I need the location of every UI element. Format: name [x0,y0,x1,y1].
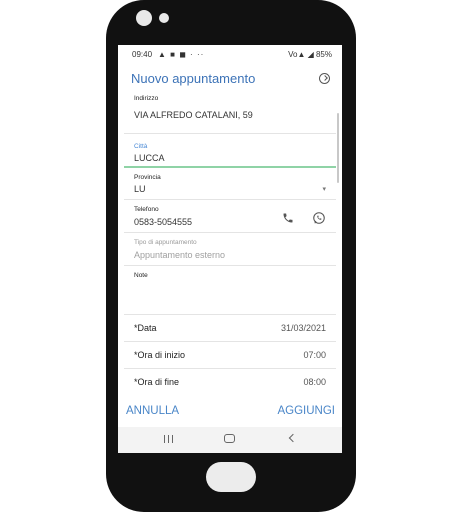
status-right: Vo▲ ◢ 85% [288,50,332,59]
notes-label: Note [134,272,148,279]
phone-value: 0583-5054555 [134,217,193,227]
app-bar: Nuovo appuntamento [118,65,342,93]
status-bar: 09:40 ▲ ■ ◼ · ·· Vo▲ ◢ 85% [118,45,342,65]
add-button[interactable]: AGGIUNGI [277,405,335,417]
appointment-type-field[interactable]: Tipo di appuntamento Appuntamento estern… [124,233,336,265]
scrollbar[interactable] [337,113,339,183]
front-sensor [159,13,169,23]
recent-apps-icon[interactable] [164,435,174,443]
phone-field[interactable]: Telefono 0583-5054555 [124,200,336,232]
address-label: Indirizzo [134,95,159,102]
phone-label: Telefono [134,206,159,213]
notification-icons: ▲ ■ ◼ · ·· [158,50,205,59]
address-field[interactable]: Indirizzo VIA ALFREDO CATALANI, 59 [124,93,336,133]
phone-call-icon[interactable] [282,212,294,224]
notes-field[interactable]: Note [124,266,336,314]
clock-save-icon[interactable] [319,73,330,84]
city-label: Città [134,143,148,150]
start-time-value: 07:00 [303,350,326,360]
appointment-form: Indirizzo VIA ALFREDO CATALANI, 59 Città… [124,93,336,393]
city-field[interactable]: Città LUCCA [124,134,336,167]
appointment-type-label: Tipo di appuntamento [134,239,197,246]
end-time-label: *Ora di fine [134,377,180,387]
start-time-label: *Ora di inizio [134,350,186,360]
city-value: LUCCA [134,153,165,163]
home-nav-icon[interactable] [224,434,235,443]
home-button[interactable] [206,462,256,492]
date-value: 31/03/2021 [280,323,326,333]
end-time-value: 08:00 [303,377,326,387]
dialog-actions: ANNULLA AGGIUNGI [118,401,342,423]
province-label: Provincia [134,174,161,181]
appointment-type-value: Appuntamento esterno [134,250,226,260]
front-camera [136,10,152,26]
start-time-row[interactable]: *Ora di inizio 07:00 [124,342,336,368]
screen: 09:40 ▲ ■ ◼ · ·· Vo▲ ◢ 85% Nuovo appunta… [118,45,342,453]
address-value: VIA ALFREDO CATALANI, 59 [134,110,253,120]
date-row[interactable]: *Data 31/03/2021 [124,315,336,341]
android-nav-bar [118,427,342,453]
status-time: 09:40 [132,50,153,59]
date-label: *Data [134,323,157,333]
back-icon[interactable] [288,433,298,443]
whatsapp-icon[interactable] [312,211,326,225]
province-value: LU [134,184,146,194]
province-select[interactable]: Provincia LU ▾ [124,168,336,199]
cancel-button[interactable]: ANNULLA [126,405,179,417]
end-time-row[interactable]: *Ora di fine 08:00 [124,369,336,393]
chevron-down-icon[interactable]: ▾ [322,185,326,193]
page-title: Nuovo appuntamento [131,71,256,86]
